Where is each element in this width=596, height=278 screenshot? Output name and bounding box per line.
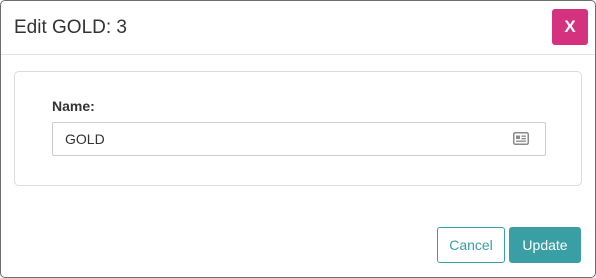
name-field-wrapper — [52, 122, 546, 156]
id-card-icon — [513, 132, 529, 145]
dialog-title: Edit GOLD: 3 — [14, 17, 127, 38]
edit-dialog: Edit GOLD: 3 X Name: Cancel Update — [0, 0, 596, 278]
name-label: Name: — [52, 98, 95, 114]
close-button[interactable]: X — [552, 9, 588, 45]
name-input[interactable] — [53, 123, 503, 155]
form-panel: Name: — [14, 71, 582, 186]
cancel-button[interactable]: Cancel — [437, 227, 505, 263]
dialog-header: Edit GOLD: 3 X — [1, 1, 595, 55]
update-button[interactable]: Update — [509, 227, 581, 263]
